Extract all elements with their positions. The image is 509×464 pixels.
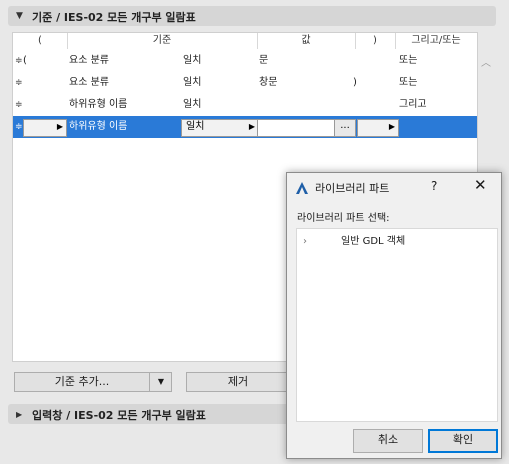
archicad-logo-icon <box>296 182 308 194</box>
column-header-criterion[interactable]: 기준 <box>67 33 258 49</box>
close-paren-dropdown[interactable]: ▶ <box>357 119 399 137</box>
dropdown-arrow-icon: ▶ <box>248 122 255 131</box>
criterion-cell[interactable]: 하위유형 이름 <box>69 94 127 116</box>
close-paren-cell[interactable]: ) <box>353 72 357 94</box>
open-paren-dropdown[interactable]: ▶ <box>23 119 67 137</box>
cancel-button[interactable]: 취소 <box>353 429 423 453</box>
close-icon[interactable]: ✕ <box>474 176 487 194</box>
drag-handle-icon[interactable]: ≑ <box>15 116 23 138</box>
column-header-and-or[interactable]: 그리고/또는 <box>395 33 477 49</box>
library-part-tree[interactable]: › 일반 GDL 객체 <box>296 228 498 422</box>
table-row[interactable]: ≑ ( 요소 분류 일치 문 또는 <box>13 50 477 72</box>
table-row[interactable]: ≑ 하위유형 이름 일치 그리고 <box>13 94 477 116</box>
column-header-open-paren[interactable]: ( <box>13 33 68 49</box>
drag-handle-icon[interactable]: ≑ <box>15 72 23 94</box>
ok-button[interactable]: 확인 <box>428 429 498 453</box>
add-criterion-button[interactable]: 기준 추가... ▼ <box>14 372 172 392</box>
remove-button[interactable]: 제거 <box>186 372 290 392</box>
tree-item-label: 일반 GDL 객체 <box>341 236 406 247</box>
and-or-cell[interactable]: 또는 <box>399 72 417 94</box>
drag-handle-icon[interactable]: ≑ <box>15 94 23 116</box>
drag-handle-icon[interactable]: ≑ <box>15 50 23 72</box>
operator-cell[interactable]: 일치 <box>183 50 201 72</box>
library-part-dialog: 라이브러리 파트 ? ✕ 라이브러리 파트 선택: › 일반 GDL 객체 취소… <box>286 172 502 459</box>
collapse-triangle-icon[interactable]: ▼ <box>16 11 23 21</box>
column-header-close-paren[interactable]: ) <box>355 33 396 49</box>
criterion-cell[interactable]: 요소 분류 <box>69 50 109 72</box>
table-row-selected[interactable]: ≑ ▶ 하위유형 이름 일치 ▶ ... ▶ <box>13 116 477 138</box>
value-cell[interactable]: 창문 <box>259 72 277 94</box>
scroll-up-icon[interactable]: ︿ <box>481 54 491 69</box>
operator-cell[interactable]: 일치 <box>183 94 201 116</box>
help-icon[interactable]: ? <box>431 179 437 193</box>
and-or-cell[interactable]: 또는 <box>399 50 417 72</box>
operator-cell[interactable]: 일치 <box>183 72 201 94</box>
browse-value-button[interactable]: ... <box>334 119 356 137</box>
open-paren-cell[interactable]: ( <box>23 50 27 72</box>
expand-triangle-icon[interactable]: ▶ <box>16 410 22 419</box>
tree-item[interactable]: › 일반 GDL 객체 <box>303 233 493 251</box>
add-criterion-menu-icon[interactable]: ▼ <box>149 373 172 391</box>
operator-dropdown-value: 일치 <box>186 121 205 132</box>
criterion-cell[interactable]: 하위유형 이름 <box>69 116 127 138</box>
column-header-value[interactable]: 값 <box>257 33 356 49</box>
and-or-cell[interactable]: 그리고 <box>399 94 427 116</box>
value-cell[interactable]: 문 <box>259 50 268 72</box>
dialog-title: 라이브러리 파트 <box>315 182 390 195</box>
input-section-title: 입력창 / IES-02 모든 개구부 일람표 <box>32 409 206 422</box>
table-row[interactable]: ≑ 요소 분류 일치 창문 ) 또는 <box>13 72 477 94</box>
criteria-section-title: 기준 / IES-02 모든 개구부 일람표 <box>32 11 196 24</box>
expand-chevron-icon[interactable]: › <box>303 233 307 251</box>
dialog-label: 라이브러리 파트 선택: <box>297 213 390 224</box>
add-criterion-label: 기준 추가... <box>54 375 110 388</box>
operator-dropdown[interactable]: 일치 ▶ <box>181 119 259 137</box>
dropdown-arrow-icon: ▶ <box>56 122 63 131</box>
dropdown-arrow-icon: ▶ <box>388 122 395 131</box>
criteria-section-header[interactable]: ▼ 기준 / IES-02 모든 개구부 일람표 <box>8 6 496 26</box>
criterion-cell[interactable]: 요소 분류 <box>69 72 109 94</box>
value-input[interactable] <box>257 119 335 137</box>
